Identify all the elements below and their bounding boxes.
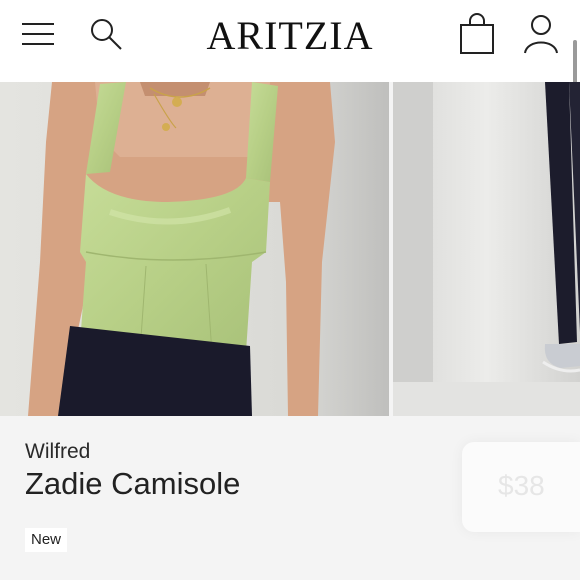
- floating-price-card[interactable]: $38: [462, 442, 580, 532]
- top-header: ARITZIA: [0, 0, 580, 100]
- account-icon: [524, 15, 558, 54]
- product-brand[interactable]: Wilfred: [25, 440, 90, 464]
- product-image-gallery[interactable]: [0, 82, 580, 416]
- shopping-bag-icon: [460, 13, 494, 54]
- product-image-main[interactable]: [0, 82, 389, 416]
- floating-price: $38: [498, 470, 545, 501]
- product-info: Wilfred Zadie Camisole New $38: [0, 416, 580, 580]
- shopping-bag-button[interactable]: [455, 12, 499, 56]
- new-badge: New: [25, 528, 68, 552]
- account-button[interactable]: [519, 12, 563, 56]
- product-name[interactable]: Zadie Camisole: [25, 466, 240, 502]
- product-image-secondary[interactable]: [393, 82, 580, 416]
